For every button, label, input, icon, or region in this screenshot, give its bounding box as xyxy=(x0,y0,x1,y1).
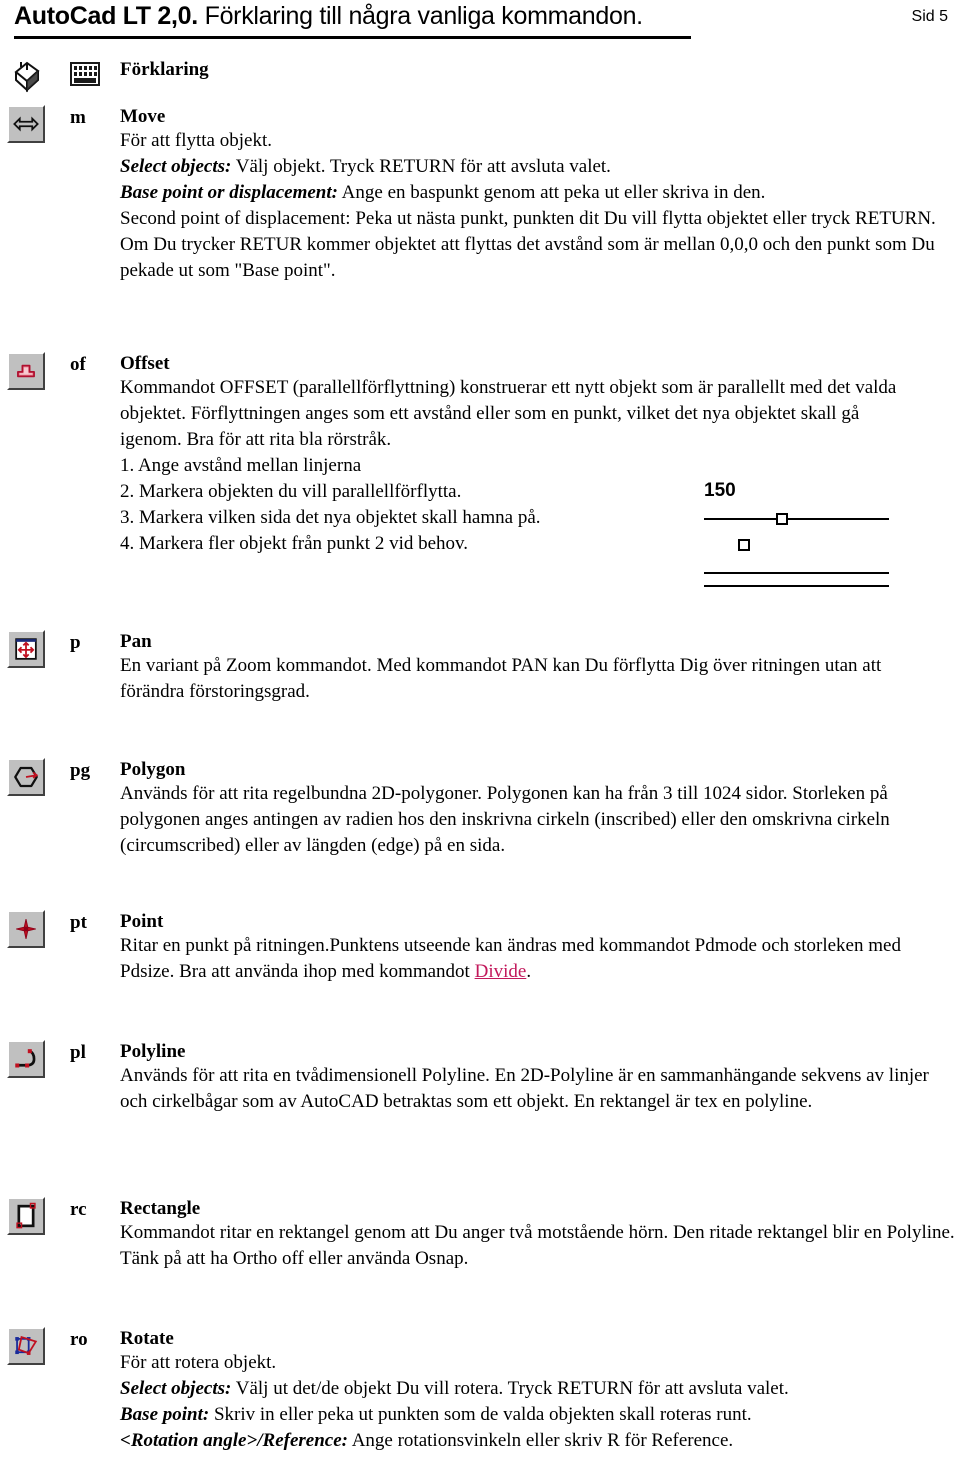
offset-title: Offset xyxy=(120,353,170,374)
rotate-icon[interactable] xyxy=(7,1327,45,1365)
rotate-line-1-text: Välj ut det/de objekt Du vill rotera. Tr… xyxy=(231,1378,789,1399)
pan-paragraph: En variant på Zoom kommandot. Med komman… xyxy=(120,655,882,702)
pan-abbreviation: p xyxy=(70,632,81,653)
rotate-icon-slot[interactable] xyxy=(7,1327,51,1369)
point-paragraph: Ritar en punkt på ritningen.Punktens uts… xyxy=(120,933,960,985)
rotate-line-2-text: Skriv in eller peka ut punkten som de va… xyxy=(209,1404,752,1425)
pan-icon-slot[interactable] xyxy=(7,630,51,672)
point-icon[interactable] xyxy=(7,910,45,948)
polygon-icon-slot[interactable] xyxy=(7,758,51,800)
app-name: AutoCad LT 2,0. xyxy=(14,2,198,30)
rotate-prompt-select-objects: Select objects: xyxy=(120,1378,232,1399)
move-abbreviation: m xyxy=(70,107,86,128)
offset-dimension-label: 150 xyxy=(704,480,736,501)
polyline-abbreviation: pl xyxy=(70,1042,86,1063)
polygon-abbreviation: pg xyxy=(70,760,91,781)
rotate-prompt-rotation-angle: <Rotation angle>/Reference: xyxy=(120,1430,348,1451)
rotate-line-1: Select objects: Välj ut det/de objekt Du… xyxy=(120,1376,950,1402)
rotate-prompt-base-point: Base point: xyxy=(120,1404,210,1425)
divide-link[interactable]: Divide xyxy=(475,961,527,982)
page-header: AutoCad LT 2,0. Förklaring till några va… xyxy=(0,0,960,44)
page-title: AutoCad LT 2,0. Förklaring till några va… xyxy=(14,2,643,31)
polyline-paragraph: Används för att rita en tvådimensionell … xyxy=(120,1065,929,1112)
move-prompt-base-point: Base point or displacement: xyxy=(120,182,338,203)
offset-result-line-2 xyxy=(704,585,889,587)
offset-icon-slot[interactable] xyxy=(7,352,51,394)
rotate-line-2: Base point: Skriv in eller peka ut punkt… xyxy=(120,1402,950,1428)
polygon-icon[interactable] xyxy=(7,758,45,796)
polyline-title: Polyline xyxy=(120,1041,186,1062)
offset-pick-marker-1 xyxy=(776,513,788,525)
rectangle-icon-slot[interactable] xyxy=(7,1197,51,1239)
move-line-1-text: Välj objekt. Tryck RETURN för att avslut… xyxy=(231,156,611,177)
offset-pick-marker-2 xyxy=(738,539,750,551)
rotate-title: Rotate xyxy=(120,1328,174,1349)
point-title: Point xyxy=(120,911,164,932)
move-line-0: För att flytta objekt. xyxy=(120,130,272,151)
point-icon-slot[interactable] xyxy=(7,910,51,952)
keyboard-icon-slot xyxy=(70,62,102,88)
offset-source-line xyxy=(704,518,889,520)
rotate-line-0: För att rotera objekt. xyxy=(120,1352,277,1373)
polyline-icon[interactable] xyxy=(7,1040,45,1078)
point-abbreviation: pt xyxy=(70,912,87,933)
point-paragraph-tail: . xyxy=(526,961,532,982)
rectangle-icon[interactable] xyxy=(7,1197,45,1235)
page-subtitle: Förklaring till några vanliga kommandon. xyxy=(204,2,644,30)
rotate-line-3: <Rotation angle>/Reference: Ange rotatio… xyxy=(120,1428,950,1454)
keyboard-icon xyxy=(70,62,102,88)
move-arrows-icon[interactable] xyxy=(7,105,45,143)
rectangle-title: Rectangle xyxy=(120,1198,201,1219)
rectangle-paragraph: Kommandot ritar en rektangel genom att D… xyxy=(120,1222,955,1269)
pan-title: Pan xyxy=(120,631,152,652)
rotate-abbreviation: ro xyxy=(70,1329,88,1350)
move-line-1: Select objects: Välj objekt. Tryck RETUR… xyxy=(120,154,950,180)
polygon-title: Polygon xyxy=(120,759,186,780)
offset-abbreviation: of xyxy=(70,354,86,375)
offset-icon[interactable] xyxy=(7,352,45,390)
move-line-2-text: Ange en baspunkt genom att peka ut eller… xyxy=(337,182,766,203)
header-underline xyxy=(14,36,691,39)
move-line-2: Base point or displacement: Ange en basp… xyxy=(120,180,950,206)
polygon-paragraph: Används för att rita regelbundna 2D-poly… xyxy=(120,783,890,856)
legend-label: Förklaring xyxy=(120,59,209,80)
offset-step-1: 1. Ange avstånd mellan linjerna xyxy=(120,455,362,476)
offset-paragraph: Kommandot OFFSET (parallellförflyttning)… xyxy=(120,377,897,450)
offset-diagram: 150 xyxy=(700,480,900,590)
mouse-icon xyxy=(7,58,47,98)
rotate-line-3-text: Ange rotationsvinkeln eller skriv R för … xyxy=(348,1430,734,1451)
polyline-icon-slot[interactable] xyxy=(7,1040,51,1082)
move-paragraph: Second point of displacement: Peka ut nä… xyxy=(120,208,936,281)
pan-icon[interactable] xyxy=(7,630,45,668)
move-title: Move xyxy=(120,106,166,127)
offset-result-line-1 xyxy=(704,572,889,574)
page-number: Sid 5 xyxy=(911,8,948,25)
move-icon-slot[interactable] xyxy=(7,105,51,147)
move-prompt-select-objects: Select objects: xyxy=(120,156,232,177)
mouse-icon-slot xyxy=(7,58,51,100)
rectangle-abbreviation: rc xyxy=(70,1199,87,1220)
